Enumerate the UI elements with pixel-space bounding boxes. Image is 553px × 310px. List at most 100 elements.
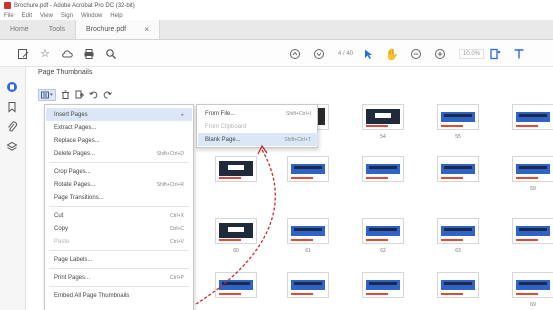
- page-thumbnail[interactable]: [437, 218, 479, 244]
- menu-window[interactable]: Window: [81, 13, 102, 19]
- layers-icon[interactable]: [4, 139, 20, 155]
- insert-pages-submenu: From File... Shift+Ctrl+I From Clipboard Bl…: [196, 104, 318, 148]
- page-number-label: 60: [233, 248, 239, 254]
- menu-item[interactable]: Delete Pages... Shift+Ctrl+D: [46, 147, 192, 160]
- menu-view[interactable]: View: [40, 13, 53, 19]
- menu-item-label: Copy: [54, 225, 69, 232]
- thumbnail-bar: [228, 165, 244, 170]
- thumbnail-bar: [294, 166, 322, 169]
- submenu-item[interactable]: From File... Shift+Ctrl+I: [198, 107, 318, 120]
- page-display-icon[interactable]: [486, 45, 504, 63]
- zoom-in-icon[interactable]: [431, 45, 449, 63]
- page-thumbnail[interactable]: [287, 156, 329, 182]
- menu-item-label: Page Labels...: [54, 256, 93, 263]
- thumbnail-bar: [294, 282, 322, 285]
- menu-item[interactable]: Page Transitions...: [46, 191, 192, 204]
- page-thumbnail[interactable]: [437, 272, 479, 298]
- menu-edit[interactable]: Edit: [22, 13, 32, 19]
- redo-icon[interactable]: [103, 90, 112, 101]
- options-context-menu: Insert Pages ▸ Extract Pages... Replace Pag…: [44, 104, 194, 310]
- submenu-item[interactable]: Blank Page... Shift+Ctrl+T: [198, 133, 318, 146]
- thumbnails-toolbar: ▾: [38, 88, 112, 102]
- page-thumbnail[interactable]: [362, 104, 404, 130]
- menu-sign[interactable]: Sign: [61, 13, 73, 19]
- options-menu-button[interactable]: ▾: [38, 89, 56, 101]
- thumbnail-bar: [369, 166, 397, 169]
- thumbnail-bar: [519, 166, 547, 169]
- insert-page-icon[interactable]: [75, 90, 84, 101]
- submenu-item-shortcut: Shift+Ctrl+T: [284, 136, 311, 143]
- print-icon[interactable]: [80, 45, 98, 63]
- tab-document[interactable]: Brochure.pdf ×: [75, 20, 161, 39]
- thumbnail-line: [366, 177, 388, 179]
- menu-item[interactable]: Rotate Pages... Shift+Ctrl+R: [46, 178, 192, 191]
- page-number-field[interactable]: 4 / 40: [334, 51, 357, 57]
- page-thumbnail[interactable]: [362, 218, 404, 244]
- bookmark-star-icon[interactable]: ☆: [36, 45, 54, 63]
- menu-separator: [49, 268, 189, 269]
- menu-item-label: Extract Pages...: [54, 124, 97, 131]
- page-thumbnail[interactable]: [362, 272, 404, 298]
- upload-cloud-icon[interactable]: [58, 45, 76, 63]
- menu-item[interactable]: Extract Pages...: [46, 121, 192, 134]
- page-thumbnail[interactable]: [287, 218, 329, 244]
- page-thumbnail[interactable]: [215, 156, 257, 182]
- menu-item[interactable]: Crop Pages...: [46, 165, 192, 178]
- page-thumbnail[interactable]: [437, 156, 479, 182]
- menu-help[interactable]: Help: [110, 13, 122, 19]
- bookmarks-icon[interactable]: [4, 99, 20, 115]
- menu-item[interactable]: Cut Ctrl+X: [46, 209, 192, 222]
- page-current: 4: [338, 51, 342, 57]
- scroll-mode-icon[interactable]: [510, 45, 528, 63]
- thumbnail-bar: [444, 282, 472, 285]
- page-thumbnail[interactable]: [512, 104, 553, 130]
- page-thumbnail[interactable]: [362, 156, 404, 182]
- menu-item[interactable]: Replace Pages...: [46, 134, 192, 147]
- thumbnail-line: [219, 239, 241, 241]
- page-number-label: 61: [305, 248, 311, 254]
- zoom-level-dropdown[interactable]: 10.0%: [459, 49, 485, 59]
- page-thumbnails-icon[interactable]: [4, 79, 20, 95]
- left-navigation-rail: [0, 67, 26, 310]
- close-tab-icon[interactable]: ×: [144, 25, 149, 34]
- menu-item-shortcut: Shift+Ctrl+D: [156, 150, 184, 157]
- tab-tools[interactable]: Tools: [39, 20, 75, 39]
- toolbar-right: 4 / 40 ✋ 10.0%: [286, 41, 532, 67]
- attachments-icon[interactable]: [4, 119, 20, 135]
- menu-item-label: Print Pages...: [54, 274, 91, 281]
- hand-tool-icon[interactable]: ✋: [383, 45, 401, 63]
- menu-item[interactable]: Embed All Page Thumbnails: [46, 289, 192, 302]
- page-thumbnail[interactable]: [215, 218, 257, 244]
- menu-item[interactable]: Print Pages... Ctrl+P: [46, 271, 192, 284]
- page-thumbnail[interactable]: [512, 272, 553, 298]
- zoom-out-icon[interactable]: [407, 45, 425, 63]
- menu-item[interactable]: Page Labels...: [46, 253, 192, 266]
- menu-item[interactable]: Copy Ctrl+C: [46, 222, 192, 235]
- submenu-item-shortcut: Shift+Ctrl+I: [285, 110, 311, 117]
- page-thumbnail[interactable]: [215, 272, 257, 298]
- thumbnail-bar: [444, 228, 472, 231]
- thumbnail-line: [441, 125, 463, 127]
- page-thumbnail[interactable]: [287, 272, 329, 298]
- next-page-icon[interactable]: [310, 45, 328, 63]
- select-cursor-icon[interactable]: [359, 45, 377, 63]
- menu-item[interactable]: Insert Pages ▸: [46, 108, 192, 121]
- delete-page-icon[interactable]: [61, 90, 70, 101]
- thumbnail-line: [441, 293, 463, 295]
- menu-file[interactable]: File: [4, 13, 14, 19]
- undo-icon[interactable]: [88, 90, 98, 101]
- create-pdf-icon[interactable]: [14, 45, 32, 63]
- page-thumbnail[interactable]: [437, 104, 479, 130]
- thumbnail-bar: [369, 228, 397, 231]
- main-toolbar: ☆ 4 / 40 ✋ 10.0%: [0, 41, 553, 67]
- menu-item-shortcut: Ctrl+X: [169, 212, 184, 219]
- search-icon[interactable]: [102, 45, 120, 63]
- tab-home[interactable]: Home: [0, 20, 39, 39]
- page-total: / 40: [343, 51, 354, 57]
- page-thumbnail[interactable]: [512, 156, 553, 182]
- acrobat-logo-icon: [4, 2, 11, 9]
- thumbnail-line: [366, 239, 388, 241]
- page-thumbnail[interactable]: [512, 218, 553, 244]
- previous-page-icon[interactable]: [286, 45, 304, 63]
- menu-item-shortcut: Ctrl+P: [169, 274, 184, 281]
